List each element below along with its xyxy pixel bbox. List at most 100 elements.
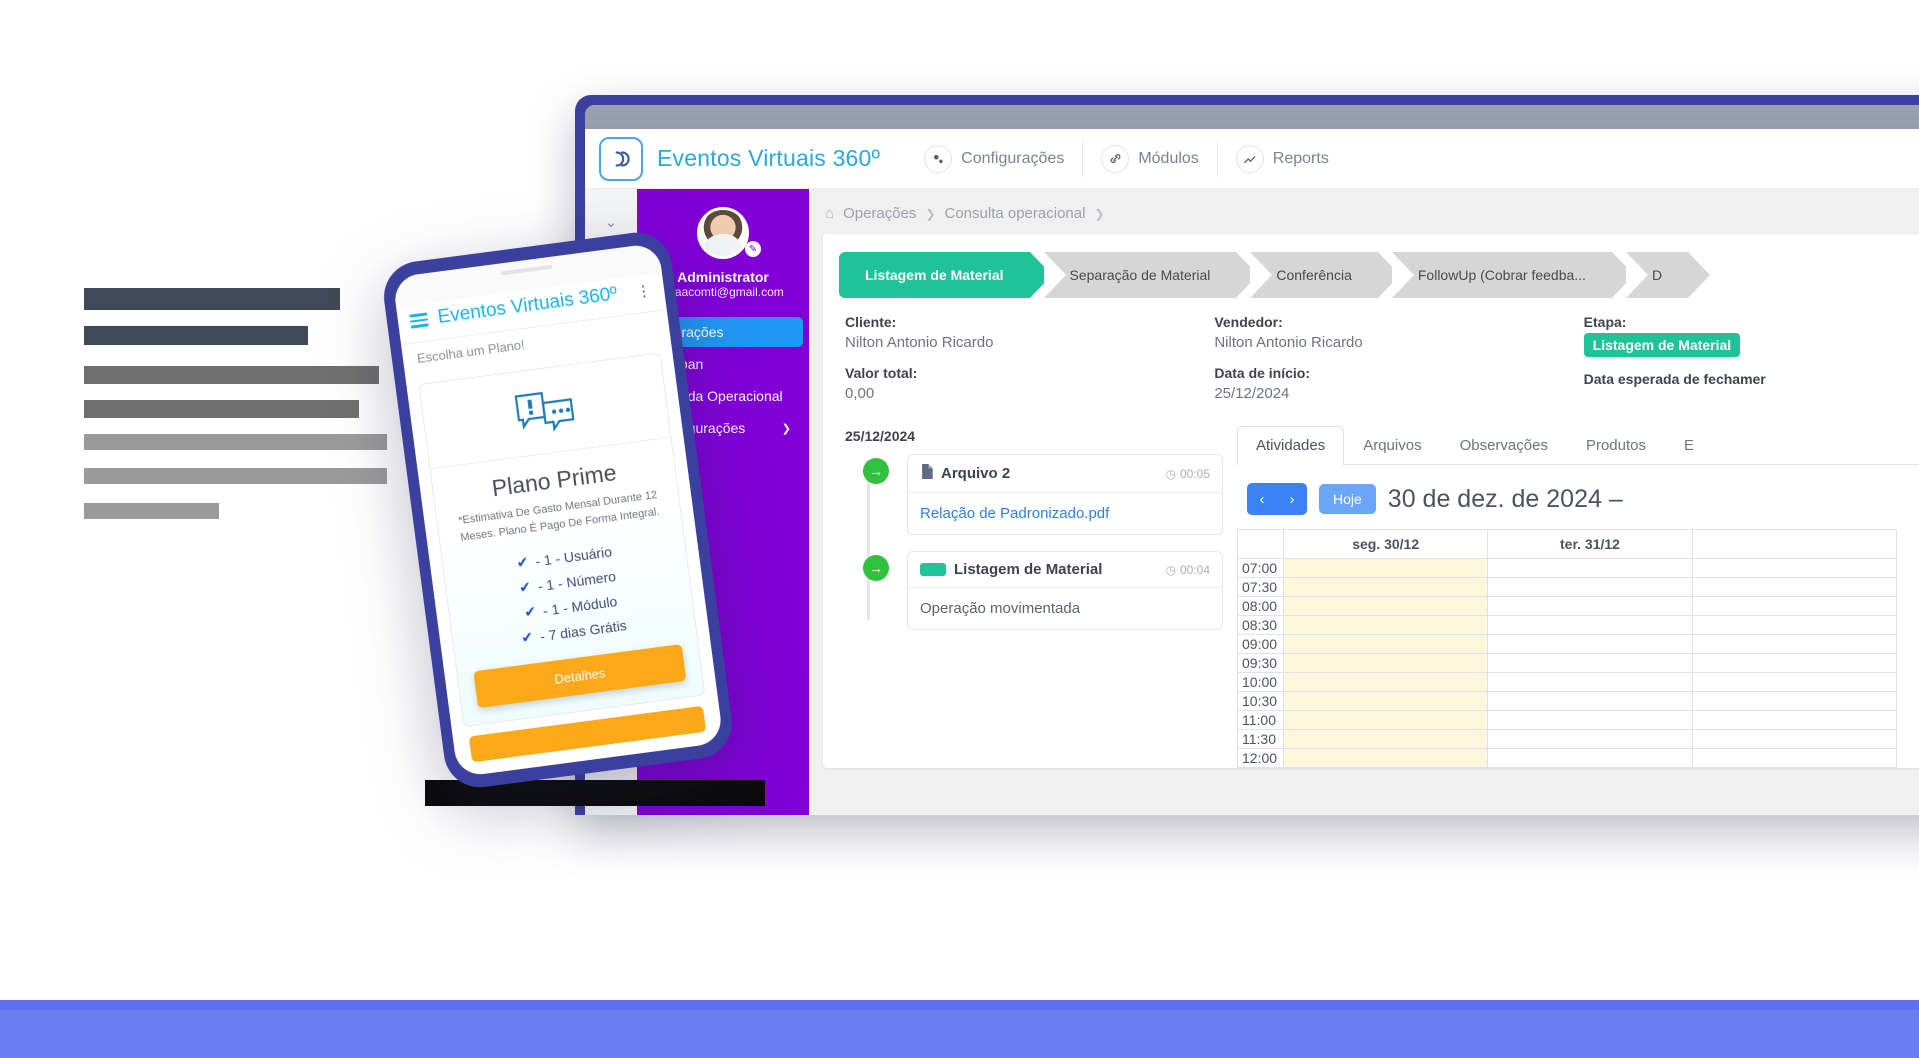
calendar-slot-cell[interactable] bbox=[1284, 654, 1489, 673]
timeline-card[interactable]: Arquivo 2 ◷ 00:05 Relação de Padronizado… bbox=[907, 454, 1223, 535]
calendar-slot-cell[interactable] bbox=[1488, 654, 1693, 673]
calendar-slot-cell[interactable] bbox=[1488, 692, 1693, 711]
timeline-title-1: Listagem de Material bbox=[954, 561, 1103, 578]
tab-label-1: Arquivos bbox=[1363, 437, 1422, 454]
chevron-right-icon[interactable]: › bbox=[1277, 483, 1307, 515]
nav-item-reports[interactable]: Reports bbox=[1218, 141, 1347, 177]
calendar-slot-cell[interactable] bbox=[1692, 616, 1897, 635]
main-content: ⌂ Operações ❯ Consulta operacional ❯ Lis… bbox=[809, 189, 1919, 815]
calendar-slot-cell[interactable] bbox=[1488, 673, 1693, 692]
calendar-slot-cell[interactable] bbox=[1284, 616, 1489, 635]
calendar-slot-cell[interactable] bbox=[1488, 711, 1693, 730]
check-circle-icon: ✔ bbox=[523, 602, 538, 621]
status-badge-etapa: Listagem de Material bbox=[1583, 333, 1741, 357]
chevron-down-icon[interactable]: ⌄ bbox=[596, 207, 626, 237]
tab-atividades[interactable]: Atividades bbox=[1237, 426, 1345, 465]
calendar-slot-cell[interactable] bbox=[1488, 635, 1693, 654]
calendar-slot-cell[interactable] bbox=[1692, 730, 1897, 749]
attachment-link[interactable]: Relação de Padronizado.pdf bbox=[920, 505, 1109, 522]
gears-icon bbox=[924, 144, 953, 173]
plan-details-button[interactable]: Detalhes bbox=[473, 644, 687, 709]
field-label-cliente: Cliente: bbox=[845, 314, 897, 330]
step-followup[interactable]: FollowUp (Cobrar feedba... bbox=[1391, 252, 1635, 298]
calendar-slot-cell[interactable] bbox=[1488, 559, 1693, 578]
calendar-slot-cell[interactable] bbox=[1692, 711, 1897, 730]
phone-speaker-notch bbox=[500, 264, 553, 276]
timeline-card-title-wrap: Arquivo 2 bbox=[920, 464, 1010, 483]
operation-card: Listagem de Material Separação de Materi… bbox=[823, 234, 1919, 768]
phone-screen: Eventos Virtuais 360º ⋮ Escolha um Plano… bbox=[392, 242, 724, 778]
field-label-data-inicio: Data de início: bbox=[1214, 365, 1311, 381]
hamburger-icon[interactable] bbox=[409, 310, 429, 332]
tab-observacoes[interactable]: Observações bbox=[1441, 426, 1567, 464]
calendar-row: 07:00 bbox=[1238, 559, 1897, 578]
plan-feature-label-3: - 7 dias Grátis bbox=[539, 616, 628, 644]
timeline-card[interactable]: Listagem de Material ◷ 00:04 Operação mo… bbox=[907, 551, 1223, 630]
calendar-slot-cell[interactable] bbox=[1692, 559, 1897, 578]
calendar-slot-cell[interactable] bbox=[1284, 692, 1489, 711]
calendar-slot-cell[interactable] bbox=[1284, 578, 1489, 597]
timeline-time-value-0: 00:05 bbox=[1179, 466, 1210, 481]
step-next[interactable]: D bbox=[1625, 252, 1711, 298]
today-button[interactable]: Hoje bbox=[1319, 484, 1376, 514]
calendar-row: 08:30 bbox=[1238, 616, 1897, 635]
calendar-slot-cell[interactable] bbox=[1692, 635, 1897, 654]
check-circle-icon: ✔ bbox=[520, 628, 535, 646]
tab-produtos[interactable]: Produtos bbox=[1567, 426, 1665, 464]
nav-item-configuracoes[interactable]: Configurações bbox=[906, 140, 1084, 177]
calendar-slot-cell[interactable] bbox=[1692, 673, 1897, 692]
calendar-row: 11:00 bbox=[1238, 711, 1897, 730]
calendar-time-label: 08:00 bbox=[1238, 597, 1284, 616]
calendar-slot-cell[interactable] bbox=[1488, 578, 1693, 597]
calendar-slot-cell[interactable] bbox=[1284, 673, 1489, 692]
avatar[interactable] bbox=[697, 207, 749, 259]
calendar-day-header-0: seg. 30/12 bbox=[1284, 530, 1489, 559]
step-conferencia[interactable]: Conferência bbox=[1250, 252, 1400, 298]
tab-extra[interactable]: E bbox=[1665, 426, 1713, 464]
calendar-slot-cell[interactable] bbox=[1284, 597, 1489, 616]
calendar-slot-cell[interactable] bbox=[1692, 597, 1897, 616]
file-icon bbox=[920, 464, 933, 483]
more-vertical-icon[interactable]: ⋮ bbox=[635, 281, 653, 301]
calendar-row: 10:00 bbox=[1238, 673, 1897, 692]
calendar-slot-cell[interactable] bbox=[1488, 749, 1693, 768]
calendar-slot-cell[interactable] bbox=[1692, 692, 1897, 711]
chevron-left-icon[interactable]: ‹ bbox=[1247, 483, 1277, 515]
calendar-row: 08:00 bbox=[1238, 597, 1897, 616]
bottom-band-accent bbox=[0, 1000, 1919, 1010]
calendar-slot-cell[interactable] bbox=[1488, 730, 1693, 749]
step-listagem-de-material[interactable]: Listagem de Material bbox=[839, 252, 1051, 298]
calendar-time-header bbox=[1238, 530, 1284, 559]
calendar-slot-cell[interactable] bbox=[1284, 635, 1489, 654]
breadcrumb: ⌂ Operações ❯ Consulta operacional ❯ bbox=[823, 201, 1919, 234]
calendar-slot-cell[interactable] bbox=[1488, 597, 1693, 616]
nav-item-modulos[interactable]: Módulos bbox=[1083, 140, 1218, 177]
step-label-0: Listagem de Material bbox=[865, 267, 1004, 283]
brand-title: Eventos Virtuais 360º bbox=[657, 145, 881, 171]
calendar-slot-cell[interactable] bbox=[1284, 749, 1489, 768]
calendar-slot-cell[interactable] bbox=[1692, 654, 1897, 673]
calendar-slot-cell[interactable] bbox=[1284, 711, 1489, 730]
calendar-time-label: 08:30 bbox=[1238, 616, 1284, 635]
tab-bar: Atividades Arquivos Observações Produtos… bbox=[1237, 426, 1919, 465]
calendar-row: 11:30 bbox=[1238, 730, 1897, 749]
calendar-time-label: 11:30 bbox=[1238, 730, 1284, 749]
step-separacao-de-material[interactable]: Separação de Material bbox=[1043, 252, 1259, 298]
timeline-time-value-1: 00:04 bbox=[1179, 562, 1210, 577]
calendar-slot-cell[interactable] bbox=[1692, 578, 1897, 597]
desktop-frame: Eventos Virtuais 360º Configurações Módu… bbox=[575, 95, 1919, 815]
home-icon[interactable]: ⌂ bbox=[825, 205, 834, 222]
calendar-slot-cell[interactable] bbox=[1692, 749, 1897, 768]
link-chain-logo-icon[interactable] bbox=[599, 136, 643, 181]
edit-pencil-icon[interactable]: ✎ bbox=[745, 241, 761, 257]
calendar-slot-cell[interactable] bbox=[1488, 616, 1693, 635]
breadcrumb-item-operacoes[interactable]: Operações bbox=[843, 205, 916, 222]
field-label-valor-total: Valor total: bbox=[845, 365, 918, 381]
calendar-time-label: 10:30 bbox=[1238, 692, 1284, 711]
field-label-etapa: Etapa: bbox=[1583, 314, 1627, 330]
calendar-slot-cell[interactable] bbox=[1284, 730, 1489, 749]
tab-arquivos[interactable]: Arquivos bbox=[1344, 426, 1440, 464]
calendar-slot-cell[interactable] bbox=[1284, 559, 1489, 578]
calendar-rows: 07:00 07:30 08:00 08:30 09:00 09:30 10:00 10:30… bbox=[1238, 559, 1897, 768]
breadcrumb-item-consulta[interactable]: Consulta operacional bbox=[945, 205, 1086, 222]
